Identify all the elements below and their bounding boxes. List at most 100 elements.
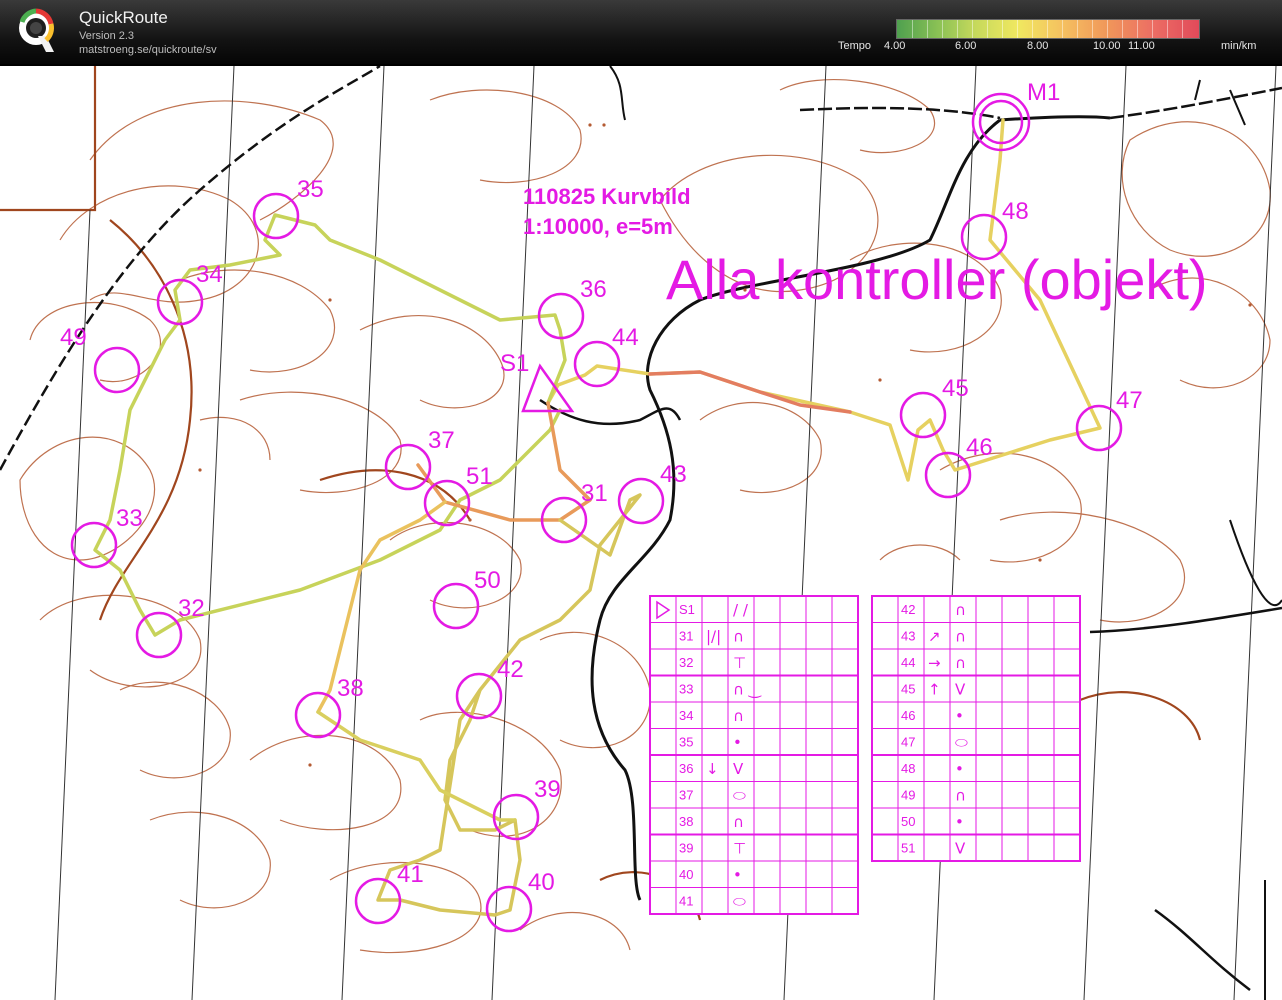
tempo-scale-cell: [1182, 20, 1183, 38]
tempo-scale-cell: [1122, 20, 1123, 38]
tempo-scale-cell: [1152, 20, 1153, 38]
control-number-label: 32: [178, 595, 205, 622]
control-number-label: 38: [337, 675, 364, 702]
description-feature: ⊤: [733, 840, 746, 858]
description-code: 50: [901, 814, 915, 829]
tempo-scale-cell: [987, 20, 988, 38]
tempo-tick-label: 4.00: [884, 40, 906, 52]
tempo-tick-label: 10.00: [1093, 40, 1121, 52]
app-title: QuickRoute: [79, 8, 168, 27]
start-label: S1: [500, 350, 529, 377]
description-direction: ↓: [706, 760, 719, 778]
description-code: 38: [679, 814, 693, 829]
description-feature: V: [955, 681, 966, 699]
tempo-scale-cell: [927, 20, 928, 38]
description-feature: V: [955, 840, 966, 858]
tempo-color-scale: [896, 19, 1200, 39]
description-code: 31: [679, 629, 693, 644]
control-number-label: 51: [466, 463, 493, 490]
control-descriptions-left: S1 / / 31 |/| ∩ 32 ⊤ 33 ∩ ‿ 34 ∩ 35 • 36 ↓ V 37 ⬭ 38 ∩ 39 ⊤ 40…: [649, 595, 859, 915]
description-code: 51: [901, 841, 915, 856]
description-code: 37: [679, 788, 693, 803]
tempo-scale-cell: [1107, 20, 1108, 38]
course-title: 110825 Kurvbild: [523, 184, 691, 209]
tempo-scale-cell: [912, 20, 913, 38]
tempo-scale-cell: [1167, 20, 1168, 38]
control-number-label: 36: [580, 276, 607, 303]
control-number-label: 50: [474, 567, 501, 594]
description-feature: ⬭: [955, 734, 968, 752]
description-code: 46: [901, 708, 915, 723]
tempo-scale-cell: [1092, 20, 1093, 38]
course-scale: 1:10000, e=5m: [523, 214, 673, 239]
control-number-label: 37: [428, 427, 455, 454]
tempo-scale-cell: [1077, 20, 1078, 38]
description-code: 42: [901, 602, 915, 617]
description-code: 36: [679, 761, 693, 776]
control-number-label: 34: [196, 261, 223, 288]
control-number-label: 42: [497, 656, 524, 683]
app-url[interactable]: matstroeng.se/quickroute/sv: [79, 44, 217, 56]
tempo-scale-cell: [957, 20, 958, 38]
quickroute-logo-icon: [19, 8, 54, 52]
description-code: 43: [901, 629, 915, 644]
description-feature: ∩: [733, 707, 744, 725]
control-number-label: 39: [534, 776, 561, 803]
tempo-title: Tempo: [838, 40, 872, 52]
description-feature: ⬭: [733, 893, 746, 911]
control-number-label: 49: [60, 324, 87, 351]
tempo-scale-cell: [1032, 20, 1033, 38]
control-number-label: 48: [1002, 198, 1029, 225]
description-feature: •: [955, 760, 964, 778]
description-code: 49: [901, 788, 915, 803]
tempo-scale-cell: [942, 20, 943, 38]
app-header: QuickRoute Version 2.3 matstroeng.se/qui…: [0, 0, 1282, 66]
control-number-label: 35: [297, 176, 324, 203]
control-number-label: 43: [660, 461, 687, 488]
app-version: Version 2.3: [79, 30, 135, 42]
tempo-unit: min/km: [1221, 40, 1257, 52]
tempo-scale-cell: [1002, 20, 1003, 38]
description-feature: ∩: [733, 813, 744, 831]
control-descriptions-right: 42 ∩ 43 ↗ ∩ 44 → ∩ 45 ↑ V 46 • 47 ⬭ 48 • 49 ∩ 50 • 51 V: [871, 595, 1081, 862]
description-code: 35: [679, 735, 693, 750]
tempo-scale-cell: [1017, 20, 1018, 38]
control-number-label: 33: [116, 505, 143, 532]
description-code: 41: [679, 894, 693, 909]
tempo-tick-label: 6.00: [955, 40, 977, 52]
description-feature: V: [733, 760, 744, 778]
description-feature: ∩: [955, 787, 966, 805]
description-code: 47: [901, 735, 915, 750]
control-number-label: 46: [966, 434, 993, 461]
description-feature: •: [955, 813, 964, 831]
description-feature: ⬭: [733, 787, 746, 805]
tempo-tick-label: 11.00: [1128, 40, 1155, 52]
tempo-scale-cell: [1062, 20, 1063, 38]
description-feature: •: [733, 734, 742, 752]
description-feature: ∩: [955, 601, 966, 619]
description-code: 40: [679, 867, 693, 882]
description-code: 33: [679, 682, 693, 697]
description-code: S1: [679, 602, 695, 617]
description-code: 34: [679, 708, 693, 723]
description-feature: / /: [733, 601, 749, 619]
description-feature: •: [733, 866, 742, 884]
tempo-scale-cell: [1047, 20, 1048, 38]
description-direction: →: [928, 654, 941, 672]
description-direction: ↗: [928, 628, 941, 646]
control-number-label: 41: [397, 861, 424, 888]
control-number-label: 44: [612, 324, 639, 351]
tempo-scale-cell: [1137, 20, 1138, 38]
orienteering-map[interactable]: 35344933323644375131435042383941 40454647…: [0, 66, 1282, 1000]
description-code: 44: [901, 655, 915, 670]
finish-label: M1: [1027, 79, 1060, 106]
description-code: 32: [679, 655, 693, 670]
description-direction: ↑: [928, 681, 941, 699]
description-feature: ∩: [955, 628, 966, 646]
description-feature: ∩: [955, 654, 966, 672]
tempo-scale-cell: [972, 20, 973, 38]
description-feature: ∩: [733, 628, 744, 646]
description-code: 48: [901, 761, 915, 776]
description-feature: •: [955, 707, 964, 725]
course-subtitle: Alla kontroller (objekt): [666, 248, 1208, 311]
